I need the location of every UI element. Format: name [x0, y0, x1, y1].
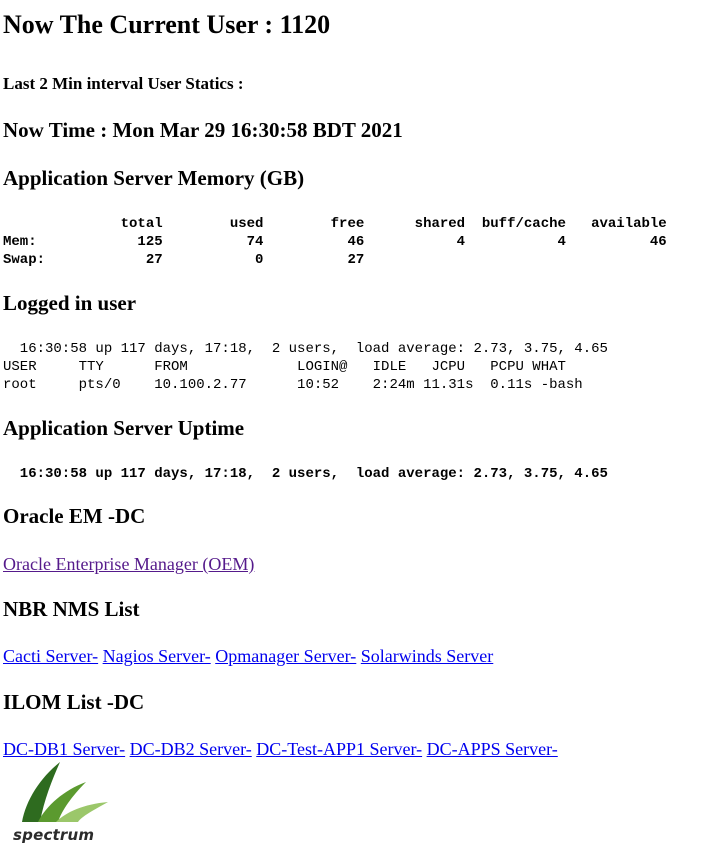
logged-in-output: 16:30:58 up 117 days, 17:18, 2 users, lo… [3, 341, 608, 393]
uptime-output: 16:30:58 up 117 days, 17:18, 2 users, lo… [3, 466, 608, 482]
dc-db2-server-link[interactable]: DC-DB2 Server- [130, 739, 252, 759]
current-user-heading: Now The Current User : 1120 [3, 10, 331, 39]
now-time-heading: Now Time : Mon Mar 29 16:30:58 BDT 2021 [3, 118, 403, 142]
nms-heading: NBR NMS List [3, 597, 140, 621]
oracle-em-heading: Oracle EM -DC [3, 504, 146, 528]
logged-in-heading: Logged in user [3, 291, 137, 315]
ilom-links: DC-DB1 Server- DC-DB2 Server- DC-Test-AP… [3, 738, 558, 760]
oracle-em-links: Oracle Enterprise Manager (OEM) [3, 553, 254, 575]
oem-link[interactable]: Oracle Enterprise Manager (OEM) [3, 554, 254, 574]
dc-apps-server-link[interactable]: DC-APPS Server- [427, 739, 558, 759]
nagios-server-link[interactable]: Nagios Server- [103, 646, 211, 666]
solarwinds-server-link[interactable]: Solarwinds Server [361, 646, 493, 666]
memory-heading: Application Server Memory (GB) [3, 166, 305, 190]
interval-stats-heading: Last 2 Min interval User Statics : [3, 74, 244, 93]
dc-test-app1-server-link[interactable]: DC-Test-APP1 Server- [256, 739, 422, 759]
dc-db1-server-link[interactable]: DC-DB1 Server- [3, 739, 125, 759]
cacti-server-link[interactable]: Cacti Server- [3, 646, 98, 666]
spectrum-logo-text: spectrum [13, 826, 95, 844]
uptime-heading: Application Server Uptime [3, 416, 245, 440]
page: Now The Current User : 1120 Last 2 Min i… [0, 8, 716, 844]
nms-links: Cacti Server- Nagios Server- Opmanager S… [3, 645, 493, 667]
memory-output: total used free shared buff/cache availa… [3, 216, 667, 268]
ilom-heading: ILOM List -DC [3, 690, 145, 714]
opmanager-server-link[interactable]: Opmanager Server- [215, 646, 356, 666]
